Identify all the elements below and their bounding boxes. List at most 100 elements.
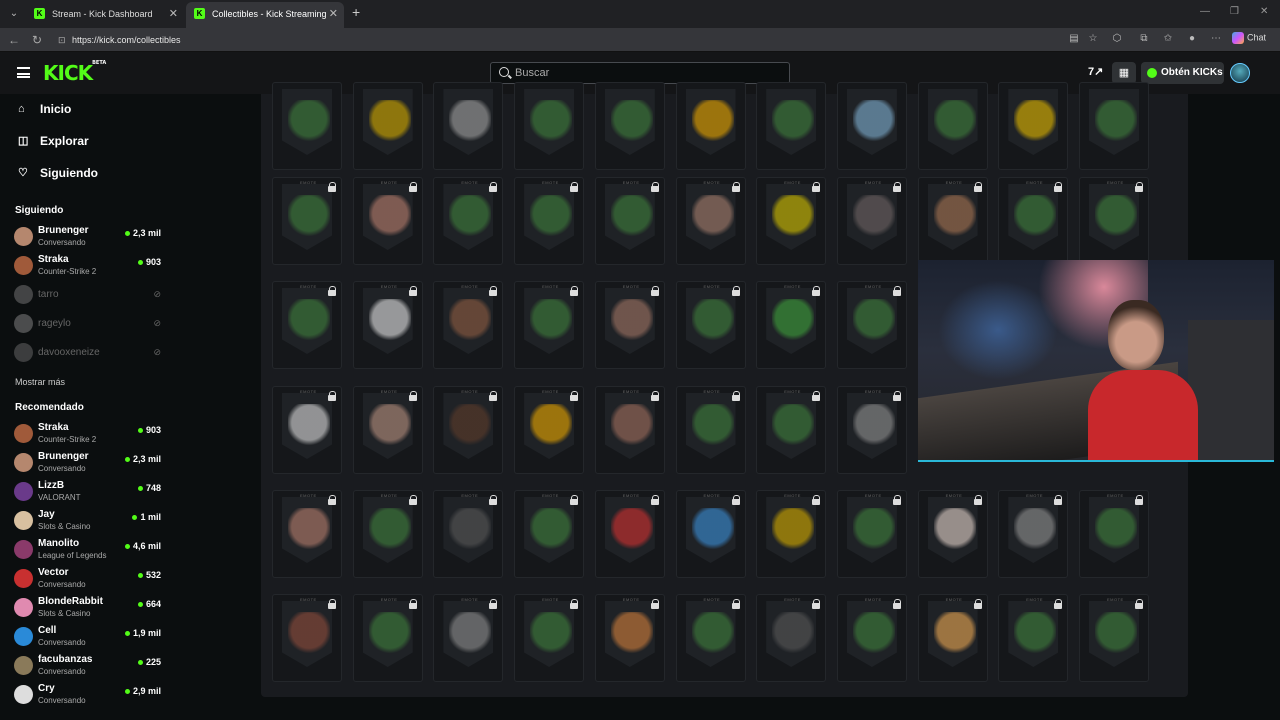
close-tab-icon[interactable]: ✕ — [329, 2, 338, 26]
emote-card[interactable]: EMOTE — [594, 490, 665, 578]
recommended-channel[interactable]: Jay Slots & Casino 1 mil — [14, 508, 164, 534]
emote-card[interactable]: EMOTE — [594, 177, 665, 265]
emote-card[interactable]: EMOTE — [433, 386, 504, 474]
emote-card[interactable] — [917, 82, 988, 170]
emote-card[interactable]: EMOTE — [917, 490, 988, 578]
emote-card[interactable] — [756, 82, 827, 170]
emote-card[interactable]: EMOTE — [675, 594, 746, 682]
recommended-channel[interactable]: Cry Conversando 2,9 mil — [14, 682, 164, 708]
emote-card[interactable]: EMOTE — [917, 594, 988, 682]
reader-icon[interactable]: ▤ — [1068, 33, 1080, 45]
emote-card[interactable]: EMOTE — [917, 177, 988, 265]
emote-card[interactable]: EMOTE — [514, 490, 585, 578]
recommended-channel[interactable]: BlondeRabbit Slots & Casino 664 — [14, 595, 164, 621]
emote-card[interactable]: EMOTE — [433, 177, 504, 265]
tab-list-icon[interactable]: ⌄ — [6, 6, 22, 22]
emote-card[interactable]: EMOTE — [756, 594, 827, 682]
emote-card[interactable] — [514, 82, 585, 170]
emote-card[interactable] — [675, 82, 746, 170]
emote-card[interactable]: EMOTE — [1079, 490, 1149, 578]
recommended-channel[interactable]: Straka Counter-Strike 2 903 — [14, 421, 164, 447]
emote-card[interactable]: EMOTE — [352, 594, 423, 682]
close-window-icon[interactable]: ✕ — [1260, 6, 1268, 17]
profile-icon[interactable]: ● — [1186, 33, 1198, 45]
emote-card[interactable]: EMOTE — [998, 594, 1069, 682]
emote-card[interactable]: EMOTE — [272, 177, 342, 265]
following-channel-offline[interactable]: tarro ⊘ — [14, 282, 164, 308]
emote-card[interactable] — [594, 82, 665, 170]
dashboard-button[interactable]: ▦ — [1112, 62, 1136, 84]
back-icon[interactable]: ← — [8, 33, 20, 47]
emote-card[interactable] — [998, 82, 1069, 170]
more-options-icon[interactable]: ⋯ — [1210, 33, 1222, 45]
emote-card[interactable]: EMOTE — [675, 281, 746, 369]
close-tab-icon[interactable]: ✕ — [169, 2, 178, 26]
following-channel[interactable]: Brunenger Conversando 2,3 mil — [14, 224, 164, 250]
emote-card[interactable] — [352, 82, 423, 170]
menu-icon[interactable] — [17, 67, 30, 78]
search-bar[interactable] — [490, 62, 790, 84]
emote-card[interactable] — [836, 82, 907, 170]
search-input[interactable] — [515, 64, 775, 82]
emote-card[interactable]: EMOTE — [352, 490, 423, 578]
emote-card[interactable]: EMOTE — [433, 594, 504, 682]
emote-card[interactable]: EMOTE — [756, 386, 827, 474]
nav-inicio[interactable]: ⌂ Inicio — [18, 99, 71, 119]
emote-card[interactable]: EMOTE — [1079, 177, 1149, 265]
recommended-channel[interactable]: Cell Conversando 1,9 mil — [14, 624, 164, 650]
emote-card[interactable]: EMOTE — [514, 386, 585, 474]
translate-icon[interactable]: 7↗ — [1088, 65, 1103, 78]
emote-card[interactable]: EMOTE — [272, 386, 342, 474]
emote-card[interactable]: EMOTE — [514, 177, 585, 265]
tab-collectibles[interactable]: K Collectibles - Kick Streaming ✕ — [186, 2, 344, 28]
split-screen-icon[interactable]: ⧉ — [1138, 33, 1150, 45]
emote-card[interactable] — [433, 82, 504, 170]
emote-card[interactable]: EMOTE — [998, 490, 1069, 578]
emote-card[interactable]: EMOTE — [514, 281, 585, 369]
emote-card[interactable]: EMOTE — [1079, 594, 1149, 682]
kick-logo[interactable]: KICKBETA — [43, 60, 106, 85]
emote-card[interactable]: EMOTE — [756, 177, 827, 265]
get-kicks-button[interactable]: Obtén KICKs — [1141, 62, 1224, 84]
emote-card[interactable]: EMOTE — [836, 177, 907, 265]
emote-card[interactable] — [272, 82, 342, 170]
following-channel-offline[interactable]: davooxeneize ⊘ — [14, 340, 164, 366]
user-avatar[interactable] — [1230, 63, 1250, 83]
emote-card[interactable]: EMOTE — [433, 490, 504, 578]
recommended-channel[interactable]: facubanzas Conversando 225 — [14, 653, 164, 679]
nav-siguiendo[interactable]: ♡ Siguiendo — [18, 163, 98, 183]
emote-card[interactable]: EMOTE — [594, 386, 665, 474]
emote-card[interactable]: EMOTE — [836, 594, 907, 682]
emote-card[interactable]: EMOTE — [514, 594, 585, 682]
emote-card[interactable]: EMOTE — [836, 490, 907, 578]
minimize-icon[interactable]: — — [1200, 6, 1210, 17]
emote-card[interactable]: EMOTE — [675, 177, 746, 265]
emote-card[interactable]: EMOTE — [998, 177, 1069, 265]
recommended-channel[interactable]: Manolito League of Legends 4,6 mil — [14, 537, 164, 563]
new-tab-icon[interactable]: + — [352, 4, 360, 20]
emote-card[interactable]: EMOTE — [352, 281, 423, 369]
emote-card[interactable] — [1079, 82, 1149, 170]
maximize-icon[interactable]: ❐ — [1230, 6, 1239, 17]
reload-icon[interactable]: ↻ — [32, 33, 42, 47]
emote-card[interactable]: EMOTE — [594, 594, 665, 682]
emote-card[interactable]: EMOTE — [756, 281, 827, 369]
emote-card[interactable]: EMOTE — [433, 281, 504, 369]
emote-card[interactable]: EMOTE — [675, 490, 746, 578]
recommended-channel[interactable]: Vector Conversando 532 — [14, 566, 164, 592]
emote-card[interactable]: EMOTE — [675, 386, 746, 474]
recommended-channel[interactable]: LizzB VALORANT 748 — [14, 479, 164, 505]
url-input[interactable]: ⊡ https://kick.com/collectibles — [52, 31, 1152, 49]
copilot-chat-button[interactable]: Chat — [1232, 32, 1266, 44]
emote-card[interactable]: EMOTE — [272, 490, 342, 578]
emote-card[interactable]: EMOTE — [272, 281, 342, 369]
emote-card[interactable]: EMOTE — [756, 490, 827, 578]
emote-card[interactable]: EMOTE — [272, 594, 342, 682]
site-info-icon[interactable]: ⊡ — [58, 31, 66, 49]
extensions-icon[interactable]: ⬡ — [1111, 33, 1123, 45]
following-channel-offline[interactable]: rageylo ⊘ — [14, 311, 164, 337]
star-icon[interactable]: ☆ — [1087, 33, 1099, 45]
emote-card[interactable]: EMOTE — [352, 177, 423, 265]
emote-card[interactable]: EMOTE — [836, 386, 907, 474]
favorites-icon[interactable]: ✩ — [1162, 33, 1174, 45]
